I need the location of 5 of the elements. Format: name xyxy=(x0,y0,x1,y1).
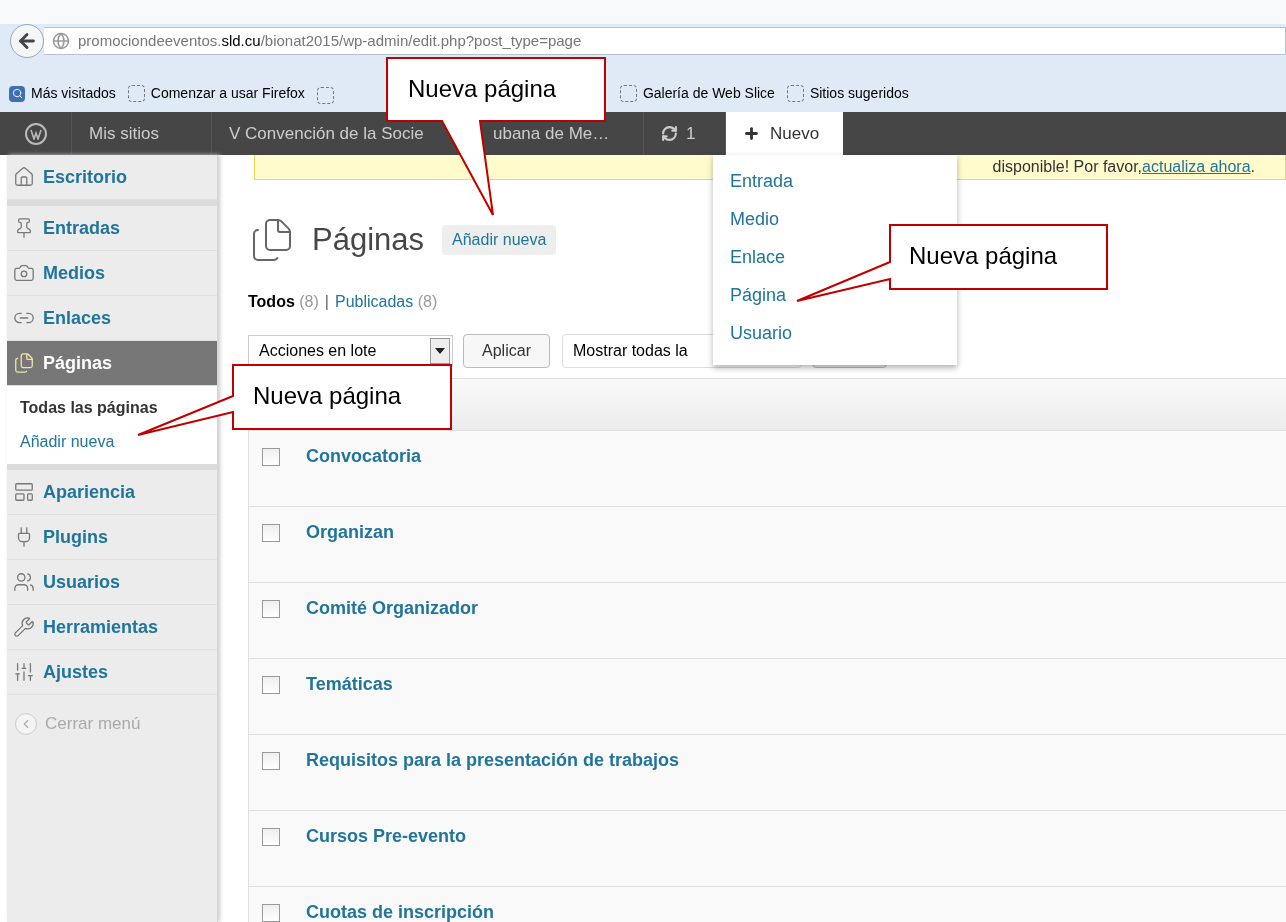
filter-separator: | xyxy=(324,292,329,312)
page-title: Páginas xyxy=(312,220,425,259)
callout-text: Nueva página xyxy=(909,241,1058,271)
callout-text: Nueva página xyxy=(408,74,557,104)
callout-text: Nueva página xyxy=(253,381,402,411)
